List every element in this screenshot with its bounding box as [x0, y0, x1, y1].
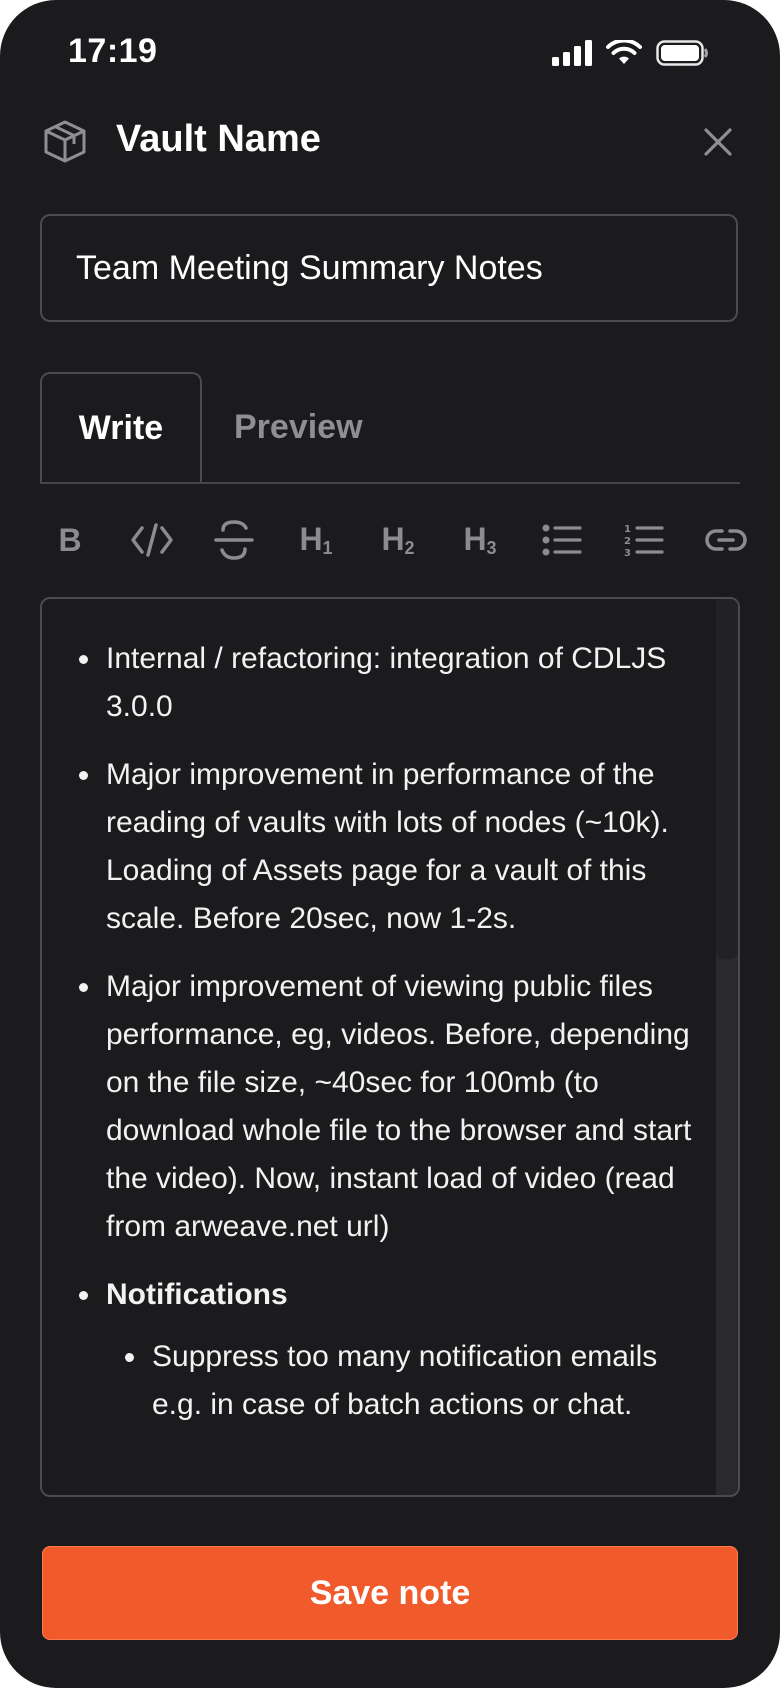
svg-text:1: 1: [624, 524, 631, 535]
sub-list-item: Suppress too many notification emails e.…: [125, 1333, 694, 1429]
tab-write[interactable]: Write: [40, 372, 202, 482]
strikethrough-button[interactable]: [204, 510, 264, 570]
tabs-divider: [40, 482, 740, 484]
heading-2-icon: H2: [381, 521, 415, 558]
cellular-signal-icon: [552, 40, 592, 66]
list-item-label: Notifications: [106, 1278, 288, 1311]
editor-content: Internal / refactoring: integration of C…: [42, 599, 718, 1449]
tab-preview[interactable]: Preview: [234, 372, 363, 482]
scrollbar-thumb[interactable]: [716, 599, 738, 959]
vault-cube-icon: [44, 120, 86, 163]
battery-icon: [656, 40, 708, 66]
bullet-list-icon: [542, 524, 582, 556]
note-title-field[interactable]: [40, 214, 738, 322]
status-bar: 17:19: [0, 0, 780, 110]
strikethrough-icon: [214, 520, 254, 560]
status-icons: [552, 40, 710, 66]
close-icon[interactable]: [696, 120, 740, 164]
save-note-button[interactable]: Save note: [42, 1546, 738, 1640]
bold-icon: B: [58, 521, 82, 558]
heading-3-button[interactable]: H3: [450, 510, 510, 570]
link-button[interactable]: [696, 510, 756, 570]
list-item: Internal / refactoring: integration of C…: [79, 635, 694, 731]
app-screen: 17:19 Vault Name Team Meeting Summary No…: [0, 0, 780, 1688]
heading-3-icon: H3: [463, 521, 497, 558]
note-editor[interactable]: Internal / refactoring: integration of C…: [40, 597, 740, 1497]
code-button[interactable]: [122, 510, 182, 570]
wifi-icon: [606, 40, 642, 64]
editor-scrollbar[interactable]: [716, 599, 738, 1495]
heading-1-icon: H1: [299, 521, 333, 558]
list-item-notifications: Notifications Suppress too many notifica…: [79, 1271, 694, 1429]
editor-tabs: Write Preview: [40, 372, 740, 484]
sub-list: Suppress too many notification emails e.…: [106, 1333, 694, 1429]
formatting-toolbar: B H1 H2 H3 1 2 3: [40, 510, 750, 570]
status-time: 17:19: [68, 32, 158, 70]
svg-text:3: 3: [624, 548, 631, 558]
note-title-input[interactable]: [42, 216, 736, 320]
vault-title: Vault Name: [116, 118, 321, 160]
bullet-list-button[interactable]: [532, 510, 592, 570]
numbered-list-button[interactable]: 1 2 3: [614, 510, 674, 570]
list-item: Major improvement of viewing public file…: [79, 963, 694, 1251]
code-icon: [131, 523, 173, 557]
list-item: Major improvement in performance of the …: [79, 751, 694, 943]
numbered-list-icon: 1 2 3: [624, 524, 664, 558]
note-list: Internal / refactoring: integration of C…: [79, 635, 694, 1429]
heading-2-button[interactable]: H2: [368, 510, 428, 570]
svg-text:2: 2: [624, 536, 631, 547]
bold-button[interactable]: B: [40, 510, 100, 570]
header: Vault Name: [0, 110, 780, 190]
link-icon: [705, 529, 747, 551]
heading-1-button[interactable]: H1: [286, 510, 346, 570]
